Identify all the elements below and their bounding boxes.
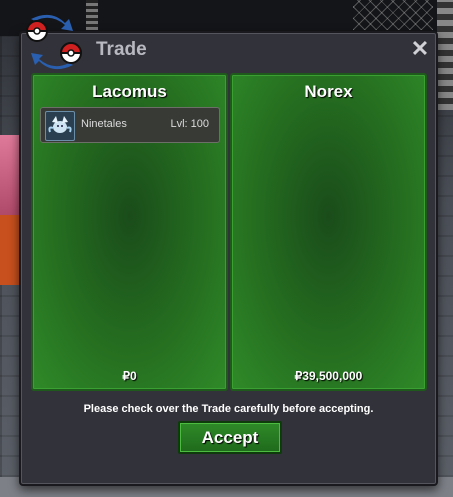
close-icon[interactable]: ✕	[410, 37, 430, 61]
right-money-amount: ₽39,500,000	[294, 369, 363, 383]
right-player-name: Norex	[304, 82, 353, 101]
background-chain	[437, 0, 453, 110]
background-cobweb	[353, 0, 433, 30]
trade-notice: Please check over the Trade carefully be…	[83, 403, 374, 415]
left-money-amount: ₽0	[122, 369, 137, 383]
trade-item-slot[interactable]: Ninetales Lvl: 100	[40, 107, 220, 143]
trade-logo-icon	[25, 14, 83, 70]
background-character	[0, 135, 20, 215]
accept-button[interactable]: Accept	[178, 421, 282, 454]
right-trade-panel: Norex ₽39,500,000	[230, 73, 427, 391]
titlebar[interactable]: Trade ✕	[21, 14, 436, 70]
pokemon-name: Ninetales	[81, 118, 127, 130]
left-player-name: Lacomus	[92, 82, 167, 101]
left-trade-panel: Lacomus Ninetales Lvl: 100 ₽0	[31, 73, 228, 391]
pokemon-level: Lvl: 100	[170, 118, 209, 130]
trade-window: Trade ✕ Lacomus Ninetales Lvl: 100 ₽0 No…	[19, 14, 438, 486]
background-character-body	[0, 215, 20, 285]
ninetales-sprite-icon	[45, 111, 75, 141]
window-title: Trade	[96, 39, 147, 60]
